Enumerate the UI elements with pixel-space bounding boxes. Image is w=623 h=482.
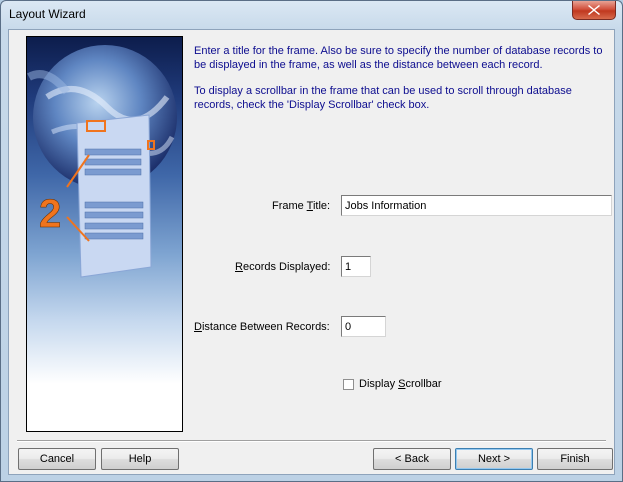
back-button[interactable]: < Back — [373, 448, 451, 470]
footer-separator — [17, 440, 606, 442]
instruction-text-1: Enter a title for the frame. Also be sur… — [194, 45, 603, 71]
records-displayed-label: Records Displayed: — [235, 261, 331, 273]
wizard-illustration: 2 — [26, 36, 183, 432]
title-bar[interactable]: Layout Wizard — [1, 1, 622, 29]
frame-title-input[interactable] — [341, 195, 612, 216]
records-displayed-input[interactable] — [341, 256, 371, 277]
finish-button[interactable]: Finish — [537, 448, 613, 470]
globe-form-illustration: 2 — [27, 45, 177, 278]
frame-title-label: Frame Title: — [272, 200, 331, 212]
wizard-client-area: 2 Enter a title for the frame. Also be s… — [8, 29, 615, 475]
close-button[interactable] — [572, 1, 616, 20]
layout-wizard-window: Layout Wizard 2 Enter a title for the fr… — [0, 0, 623, 482]
display-scrollbar-label[interactable]: Display Scrollbar — [359, 378, 442, 390]
window-title: Layout Wizard — [9, 7, 86, 21]
distance-input[interactable] — [341, 316, 386, 337]
step-number: 2 — [39, 192, 61, 236]
close-icon — [588, 5, 600, 15]
cancel-button[interactable]: Cancel — [18, 448, 96, 470]
display-scrollbar-checkbox[interactable] — [343, 379, 354, 390]
next-button[interactable]: Next > — [455, 448, 533, 470]
distance-label: Distance Between Records: — [194, 321, 330, 333]
instructions: Enter a title for the frame. Also be sur… — [194, 44, 609, 124]
instruction-text-2: To display a scrollbar in the frame that… — [194, 85, 572, 111]
help-button[interactable]: Help — [101, 448, 179, 470]
